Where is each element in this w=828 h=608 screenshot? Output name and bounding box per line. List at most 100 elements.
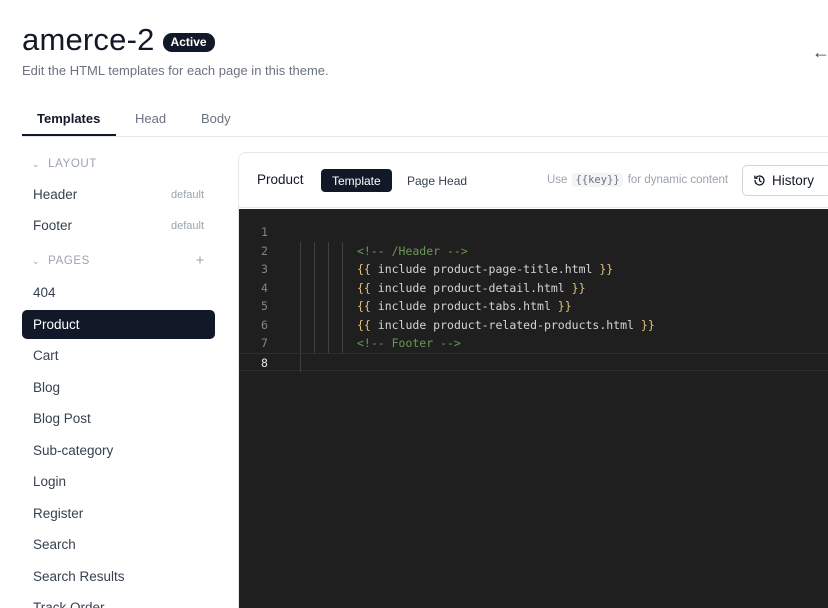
indent-guide	[314, 297, 315, 316]
sidebar-item-footer[interactable]: Footer default	[22, 211, 215, 240]
code-text: {{ include product-tabs.html }}	[357, 297, 572, 316]
code-line: 2 <!-- /Header -->	[239, 241, 828, 260]
sidebar-item-label: Search	[33, 537, 76, 552]
code-editor[interactable]: 1 2 <!-- /Header --> 3 {{ include produc…	[239, 209, 828, 608]
close-brace: }}	[599, 262, 614, 276]
add-page-icon[interactable]: +	[196, 252, 205, 269]
indent-guide	[342, 278, 343, 297]
code-comment: <!-- /Header -->	[357, 243, 468, 258]
sidebar-item-login[interactable]: Login	[22, 467, 215, 496]
active-tab-indicator	[22, 134, 116, 136]
current-code-line: 8	[239, 352, 828, 372]
page-head-toggle-button[interactable]: Page Head	[396, 169, 478, 192]
pages-section-header[interactable]: ⌄ PAGES +	[32, 252, 215, 269]
code-line: 4 {{ include product-detail.html }}	[239, 278, 828, 297]
default-tag: default	[170, 219, 204, 232]
indent-guide	[300, 278, 301, 297]
code-line: 6 {{ include product-related-products.ht…	[239, 315, 828, 335]
indent-guide	[342, 260, 343, 279]
indent-guide	[314, 278, 315, 297]
line-number: 8	[261, 355, 268, 370]
template-editor-panel: Product Template Page Head Use {{key}} f…	[238, 152, 828, 608]
sidebar-item-label: Footer	[33, 218, 73, 233]
editor-title: Product	[257, 172, 304, 187]
line-number: 1	[261, 225, 268, 239]
indent-guide	[328, 315, 329, 334]
code-text: {{ include product-page-title.html }}	[357, 260, 613, 279]
sidebar-item-blog[interactable]: Blog	[22, 373, 215, 402]
sidebar-item-blog-post[interactable]: Blog Post	[22, 404, 215, 433]
include-statement: include product-page-title.html	[370, 262, 600, 276]
section-label: PAGES	[48, 255, 90, 267]
code-line: 3 {{ include product-page-title.html }}	[239, 260, 828, 279]
chevron-down-icon: ⌄	[32, 158, 41, 169]
sidebar-item-search[interactable]: Search	[22, 530, 215, 559]
indent-guide	[328, 278, 329, 297]
tab-head[interactable]: Head	[135, 111, 166, 126]
indent-guide	[314, 334, 315, 353]
sidebar-item-label: Login	[33, 474, 67, 489]
indent-guide	[300, 241, 301, 260]
line-number: 7	[261, 336, 268, 350]
page-header: amerce-2 Active	[22, 22, 215, 58]
open-brace: {{	[357, 317, 371, 332]
sidebar-item-header[interactable]: Header default	[22, 180, 215, 209]
indent-guide	[342, 241, 343, 260]
sidebar-item-register[interactable]: Register	[22, 499, 215, 528]
tab-body[interactable]: Body	[201, 111, 231, 126]
indent-guide	[342, 334, 343, 353]
indent-guide	[300, 260, 301, 279]
history-button[interactable]: History	[742, 165, 828, 196]
editor-toolbar: Product Template Page Head Use {{key}} f…	[239, 153, 828, 208]
sidebar-item-label: 404	[33, 285, 56, 300]
code-line: 7 <!-- Footer -->	[239, 334, 828, 353]
open-brace: {{	[357, 262, 371, 276]
close-brace: }}	[557, 299, 572, 313]
back-arrow-icon[interactable]: ←	[812, 42, 828, 63]
indent-guide	[300, 315, 301, 334]
sidebar-item-track-order[interactable]: Track Order	[22, 593, 215, 608]
include-statement: include product-detail.html	[370, 280, 572, 295]
sidebar-item-label: Track Order	[33, 600, 105, 608]
line-number: 3	[261, 262, 268, 276]
template-toggle-button[interactable]: Template	[321, 169, 392, 192]
page-subtitle: Edit the HTML templates for each page in…	[22, 63, 329, 78]
code-comment: <!-- Footer -->	[357, 336, 461, 350]
close-brace: }}	[571, 280, 586, 295]
code-line: 5 {{ include product-tabs.html }}	[239, 297, 828, 316]
code-text: {{ include product-related-products.html…	[357, 316, 655, 335]
sidebar-item-label: Sub-category	[33, 443, 114, 458]
hint-prefix: Use	[547, 174, 568, 186]
sidebar-item-sub-category[interactable]: Sub-category	[22, 436, 215, 465]
sidebar-item-404[interactable]: 404	[22, 278, 215, 307]
sidebar-item-search-results[interactable]: Search Results	[22, 562, 215, 591]
tab-templates[interactable]: Templates	[37, 111, 100, 126]
include-statement: include product-related-products.html	[370, 317, 641, 332]
chevron-down-icon: ⌄	[32, 255, 41, 266]
indent-guide	[314, 241, 315, 260]
line-number: 4	[261, 280, 268, 295]
indent-guide	[328, 297, 329, 316]
line-number: 2	[261, 243, 268, 258]
indent-guide	[328, 334, 329, 353]
sidebar-item-cart[interactable]: Cart	[22, 341, 215, 370]
indent-guide	[300, 334, 301, 353]
code-line: 1	[239, 223, 828, 242]
indent-guide	[300, 297, 301, 316]
layout-section-header[interactable]: ⌄ LAYOUT	[32, 158, 215, 170]
indent-guide	[328, 241, 329, 260]
open-brace: {{	[357, 280, 371, 295]
sidebar-item-label: Blog	[33, 380, 61, 395]
sidebar-item-product[interactable]: Product	[22, 310, 215, 339]
indent-guide	[342, 297, 343, 316]
sidebar-item-label: Blog Post	[33, 411, 91, 426]
indent-guide	[314, 260, 315, 279]
indent-guide	[314, 315, 315, 334]
indent-guide	[342, 315, 343, 334]
tab-bar: Templates Head Body	[22, 108, 828, 137]
line-number: 6	[261, 317, 268, 332]
indent-guide	[328, 260, 329, 279]
dynamic-content-hint: Use {{key}} for dynamic content	[547, 173, 728, 187]
default-tag: default	[170, 188, 204, 201]
sidebar-item-label: Cart	[33, 348, 59, 363]
